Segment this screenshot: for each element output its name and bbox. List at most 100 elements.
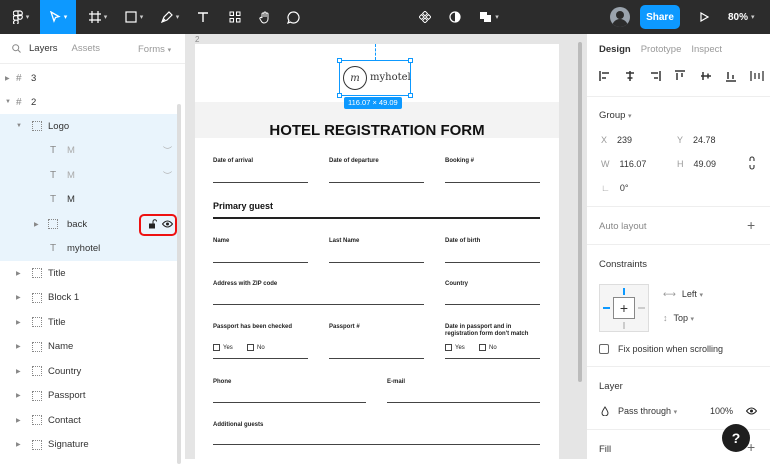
layer-item[interactable]: T M ︶ xyxy=(0,163,180,188)
width-field[interactable]: W 116.07 xyxy=(601,159,646,169)
blend-mode-select[interactable]: Pass through ▾ xyxy=(618,406,677,416)
vertical-constraint-select[interactable]: ↕ Top ▾ xyxy=(663,313,694,323)
layer-item[interactable]: ▶ Signature xyxy=(0,433,180,458)
comment-tool[interactable] xyxy=(282,0,304,34)
expand-arrow-icon[interactable]: ▶ xyxy=(16,392,21,399)
text-layer-icon: T xyxy=(50,169,57,181)
expand-arrow-icon[interactable]: ▶ xyxy=(34,221,39,228)
layer-item[interactable]: T M ︶ xyxy=(0,138,180,163)
frame-label[interactable]: 2 xyxy=(195,35,199,44)
tab-prototype[interactable]: Prototype xyxy=(641,44,682,55)
move-tool[interactable]: ▾ xyxy=(40,0,76,34)
align-center-h-icon[interactable] xyxy=(624,70,636,82)
layer-item[interactable]: ▶ Title xyxy=(0,261,180,286)
horizontal-constraint-value: Left xyxy=(681,289,697,299)
auto-layout-title: Auto layout xyxy=(599,221,647,232)
expand-arrow-icon[interactable]: ▶ xyxy=(16,270,21,277)
tab-design[interactable]: Design xyxy=(599,44,631,55)
tab-assets[interactable]: Assets xyxy=(72,43,101,54)
layer-item[interactable]: ▶ Name xyxy=(0,335,180,360)
logo-group-selected[interactable]: m myhotel xyxy=(339,60,411,96)
figma-menu-icon[interactable]: ▾ xyxy=(6,0,36,34)
align-top-icon[interactable] xyxy=(674,70,686,82)
hand-tool[interactable] xyxy=(254,0,276,34)
tab-inspect[interactable]: Inspect xyxy=(691,44,722,55)
search-icon[interactable] xyxy=(12,44,21,53)
expand-arrow-icon[interactable]: ▶ xyxy=(16,441,21,448)
fix-position-checkbox[interactable] xyxy=(599,344,609,354)
resize-handle[interactable] xyxy=(408,93,413,98)
shape-tool[interactable]: ▾ xyxy=(118,0,150,34)
expand-arrow-icon[interactable]: ▶ xyxy=(5,75,10,82)
align-bottom-icon[interactable] xyxy=(725,70,737,82)
align-left-icon[interactable] xyxy=(599,70,611,82)
hidden-eye-icon[interactable]: ︶ xyxy=(163,169,172,182)
components-tool[interactable] xyxy=(224,0,246,34)
checkbox-no[interactable]: No xyxy=(247,344,265,351)
field-line xyxy=(445,358,540,359)
form-title[interactable]: HOTEL REGISTRATION FORM xyxy=(195,122,559,139)
share-button[interactable]: Share xyxy=(640,5,680,29)
avatar[interactable] xyxy=(610,7,630,27)
collapse-arrow-icon[interactable]: ▼ xyxy=(5,99,11,105)
layer-item[interactable]: ▶ Title xyxy=(0,310,180,335)
expand-arrow-icon[interactable]: ▶ xyxy=(16,417,21,424)
frame-tool[interactable]: ▾ xyxy=(82,0,114,34)
align-right-icon[interactable] xyxy=(649,70,662,82)
contrast-icon[interactable] xyxy=(444,0,466,34)
collapse-arrow-icon[interactable]: ▼ xyxy=(16,123,22,129)
resize-handle[interactable] xyxy=(337,93,342,98)
text-tool[interactable] xyxy=(192,0,214,34)
opacity-value[interactable]: 100% xyxy=(710,406,733,416)
constraint-left-indicator[interactable] xyxy=(603,307,610,309)
layer-item-selected[interactable]: ▼ Logo xyxy=(0,114,180,139)
page-selector[interactable]: Forms ▾ xyxy=(138,44,171,55)
canvas-scrollbar[interactable] xyxy=(578,42,582,382)
eye-icon[interactable] xyxy=(746,407,757,415)
expand-arrow-icon[interactable]: ▶ xyxy=(16,343,21,350)
help-button[interactable]: ? xyxy=(722,424,750,452)
layer-item[interactable]: ▶ Contact xyxy=(0,408,180,433)
constraint-right-indicator[interactable] xyxy=(638,307,645,309)
canvas[interactable]: 2 HOTEL REGISTRATION FORM Date of arriva… xyxy=(186,34,586,459)
layer-item[interactable]: T myhotel xyxy=(0,236,180,261)
move-icon xyxy=(49,11,61,23)
height-field[interactable]: H 49.09 xyxy=(677,159,716,169)
constrain-proportions-icon[interactable] xyxy=(748,156,756,170)
layer-item[interactable]: T M xyxy=(0,187,180,212)
expand-arrow-icon[interactable]: ▶ xyxy=(16,319,21,326)
resize-handle[interactable] xyxy=(337,58,342,63)
layer-item[interactable]: ▶ Block 1 xyxy=(0,286,180,311)
expand-arrow-icon[interactable]: ▶ xyxy=(16,294,21,301)
zoom-dropdown[interactable]: 80% ▾ xyxy=(728,0,755,34)
present-play-icon[interactable] xyxy=(696,0,712,34)
tab-layers[interactable]: Layers xyxy=(29,43,58,54)
component-diamond-icon[interactable] xyxy=(414,0,436,34)
layer-item[interactable]: ▶ # 3 xyxy=(0,66,180,91)
layer-item[interactable]: ▶ Country xyxy=(0,359,180,384)
checkbox-no[interactable]: No xyxy=(479,344,497,351)
rotation-field[interactable]: ∟ 0° xyxy=(601,183,628,193)
checkbox-yes[interactable]: Yes xyxy=(445,344,465,351)
expand-arrow-icon[interactable]: ▶ xyxy=(16,368,21,375)
group-section-title[interactable]: Group ▾ xyxy=(599,110,632,121)
constraint-bottom-indicator[interactable] xyxy=(623,322,625,329)
layer-item[interactable]: ▶ Passport xyxy=(0,384,180,409)
layer-item[interactable]: ▼ # 2 xyxy=(0,90,180,115)
align-center-v-icon[interactable] xyxy=(700,70,712,82)
boolean-ops-icon[interactable]: ▾ xyxy=(474,0,504,34)
y-field[interactable]: Y 24.78 xyxy=(677,135,716,145)
checkbox-label: No xyxy=(257,344,265,351)
layers-scrollbar[interactable] xyxy=(177,104,181,464)
checkbox-yes[interactable]: Yes xyxy=(213,344,233,351)
constraints-widget[interactable]: + xyxy=(599,284,649,332)
horizontal-constraint-select[interactable]: ⟷ Left ▾ xyxy=(663,289,703,300)
pen-tool[interactable]: ▾ xyxy=(154,0,186,34)
add-auto-layout-icon[interactable]: + xyxy=(747,217,755,233)
constraint-top-indicator[interactable] xyxy=(623,288,625,295)
distribute-icon[interactable] xyxy=(750,70,764,82)
x-field[interactable]: X 239 xyxy=(601,135,632,145)
frame-icon: # xyxy=(16,72,22,84)
resize-handle[interactable] xyxy=(408,58,413,63)
hidden-eye-icon[interactable]: ︶ xyxy=(163,144,172,157)
